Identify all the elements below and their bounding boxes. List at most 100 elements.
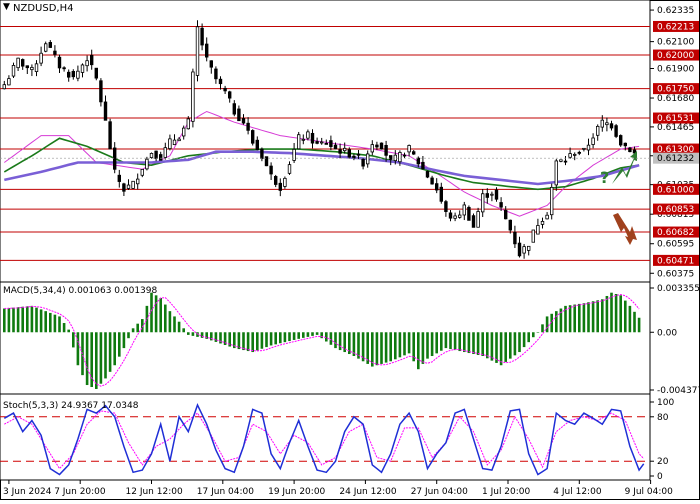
level-price-label: 0.60853 <box>657 205 694 215</box>
candle-body <box>531 229 535 243</box>
macd-bar <box>453 332 457 351</box>
macd-bar <box>403 332 406 356</box>
candle-body <box>122 183 126 192</box>
candle-body <box>250 130 255 144</box>
candle-body <box>168 138 172 149</box>
candle-body <box>471 215 476 228</box>
macd-bar <box>380 332 383 364</box>
macd-bar <box>601 299 604 333</box>
candle-body <box>453 215 457 219</box>
macd-bar <box>58 316 61 333</box>
current-price-label: 0.61232 <box>657 154 694 164</box>
macd-bar <box>53 314 57 333</box>
trading-chart[interactable]: ? ▼ NZDUSD,H4 0.62335 0.62100 0.61900 0.616… <box>0 0 700 500</box>
macd-bar <box>357 332 360 359</box>
macd-bar <box>568 305 572 333</box>
macd-label: MACD(5,34,4) 0.001063 0.001398 <box>3 286 158 296</box>
candle-body <box>434 183 439 191</box>
candle-body <box>292 148 296 161</box>
candle-body <box>218 78 223 85</box>
macd-bar <box>173 316 176 333</box>
macd-bar <box>62 323 66 333</box>
macd-bar <box>260 332 264 349</box>
candle-body <box>370 144 374 153</box>
macd-bar <box>619 295 622 333</box>
macd-bar <box>444 332 448 349</box>
macd-bar <box>39 309 43 333</box>
macd-bar <box>587 302 590 333</box>
level-price-label: 0.62213 <box>657 22 694 32</box>
candle-body <box>269 165 273 175</box>
macd-bar <box>85 332 89 386</box>
macd-bar <box>219 332 222 344</box>
candle-body <box>614 125 618 137</box>
macd-panel[interactable]: MACD(5,34,4) 0.001063 0.001398 <box>0 281 651 395</box>
macd-bar <box>430 332 434 357</box>
macd-bar <box>536 332 540 333</box>
macd-bar <box>26 306 29 333</box>
candle-body <box>623 142 627 147</box>
chart-canvas[interactable]: ? ▼ NZDUSD,H4 0.62335 0.62100 0.61900 0.616… <box>0 0 700 500</box>
candle-body <box>200 27 204 46</box>
question-mark: ? <box>600 168 609 187</box>
macd-bar <box>292 332 296 340</box>
macd-bar <box>472 332 475 355</box>
candle-body <box>347 149 351 158</box>
macd-bar <box>7 308 11 333</box>
candle-body <box>379 142 384 150</box>
candle-body <box>278 182 282 191</box>
macd-bar <box>72 332 75 348</box>
candle-body <box>591 137 595 145</box>
candle-body <box>223 87 227 92</box>
candle-body <box>582 147 586 150</box>
time-tick-label: 24 Jun 12:00 <box>339 487 396 497</box>
candle-body <box>214 68 218 80</box>
macd-bar <box>633 311 636 333</box>
candle-body <box>16 57 20 69</box>
candle-body <box>402 154 407 157</box>
candle-body <box>113 147 117 170</box>
candle-body <box>48 42 52 48</box>
macd-bar <box>76 332 80 366</box>
candle-body <box>467 206 471 221</box>
macd-bar <box>191 332 195 336</box>
candle-body <box>480 193 485 213</box>
candle-body <box>117 174 121 182</box>
candle-body <box>439 186 443 202</box>
candle-body <box>246 122 250 131</box>
candle-body <box>393 154 397 162</box>
candle-body <box>577 151 581 154</box>
candle-body <box>140 168 144 176</box>
macd-bar <box>614 294 618 333</box>
candle-body <box>522 246 526 254</box>
candle-body <box>338 149 342 154</box>
candle-body <box>365 153 370 165</box>
level-price-label: 0.60471 <box>657 256 694 266</box>
candle-body <box>416 157 420 165</box>
stochastic-panel[interactable]: Stoch(5,3,3) 24.9367 17.0348 <box>0 393 651 481</box>
macd-bar <box>131 328 135 333</box>
macd-bar <box>417 332 420 370</box>
symbol-label: NZDUSD,H4 <box>13 3 73 14</box>
macd-bar <box>108 332 112 372</box>
candle-body <box>44 43 48 52</box>
macd-bar <box>458 332 461 352</box>
macd-bar <box>467 332 471 354</box>
macd-bar <box>375 332 379 366</box>
candle-body <box>260 148 264 159</box>
candle-body <box>517 242 522 257</box>
candle-body <box>103 101 108 121</box>
dropdown-arrow-icon[interactable]: ▼ <box>3 2 10 12</box>
candle-body <box>85 60 89 67</box>
candle-body <box>513 231 517 245</box>
macd-bar <box>573 304 576 333</box>
time-tick-label: 3 Jun 2024 <box>3 487 52 497</box>
price-panel[interactable]: ? ▼ NZDUSD,H4 <box>0 0 651 283</box>
candle-body <box>227 91 232 99</box>
candle-body <box>568 153 572 158</box>
time-tick-label: 27 Jun 04:00 <box>411 487 468 497</box>
macd-bar <box>35 307 38 333</box>
candle-body <box>407 145 411 153</box>
candle-body <box>25 65 29 69</box>
macd-bar <box>306 332 310 337</box>
